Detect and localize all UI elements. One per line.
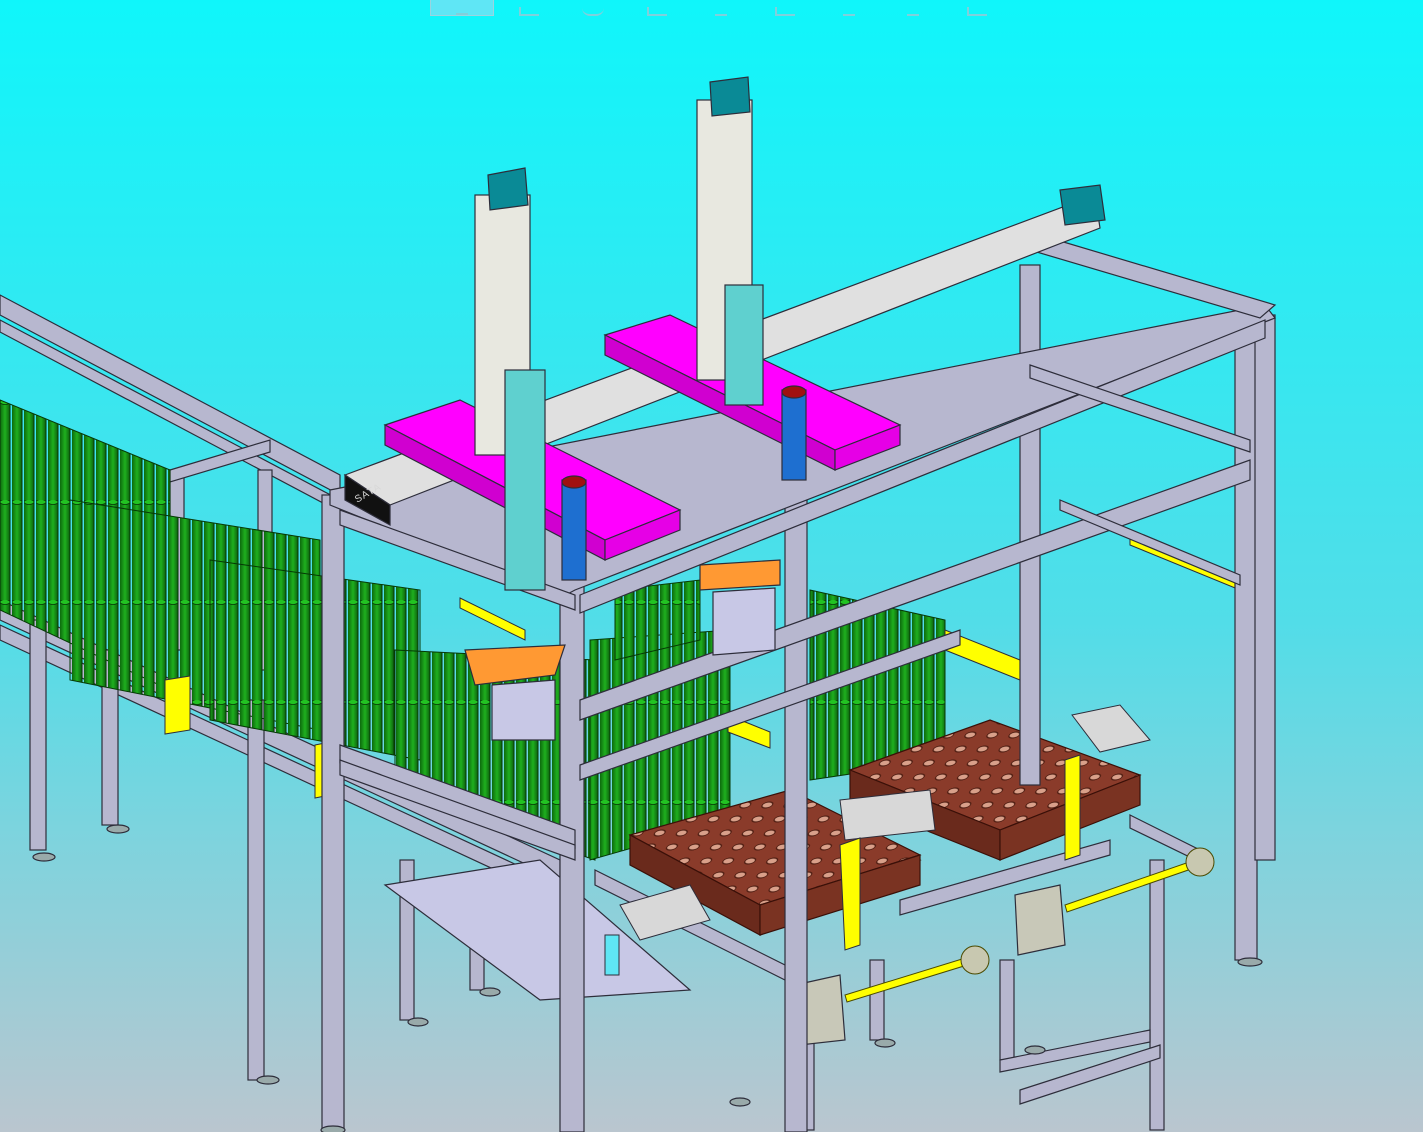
cad-viewport[interactable]: SATA [0, 0, 1423, 1132]
x-axis-motor [1059, 184, 1106, 226]
assembly-model[interactable] [0, 0, 1423, 1132]
